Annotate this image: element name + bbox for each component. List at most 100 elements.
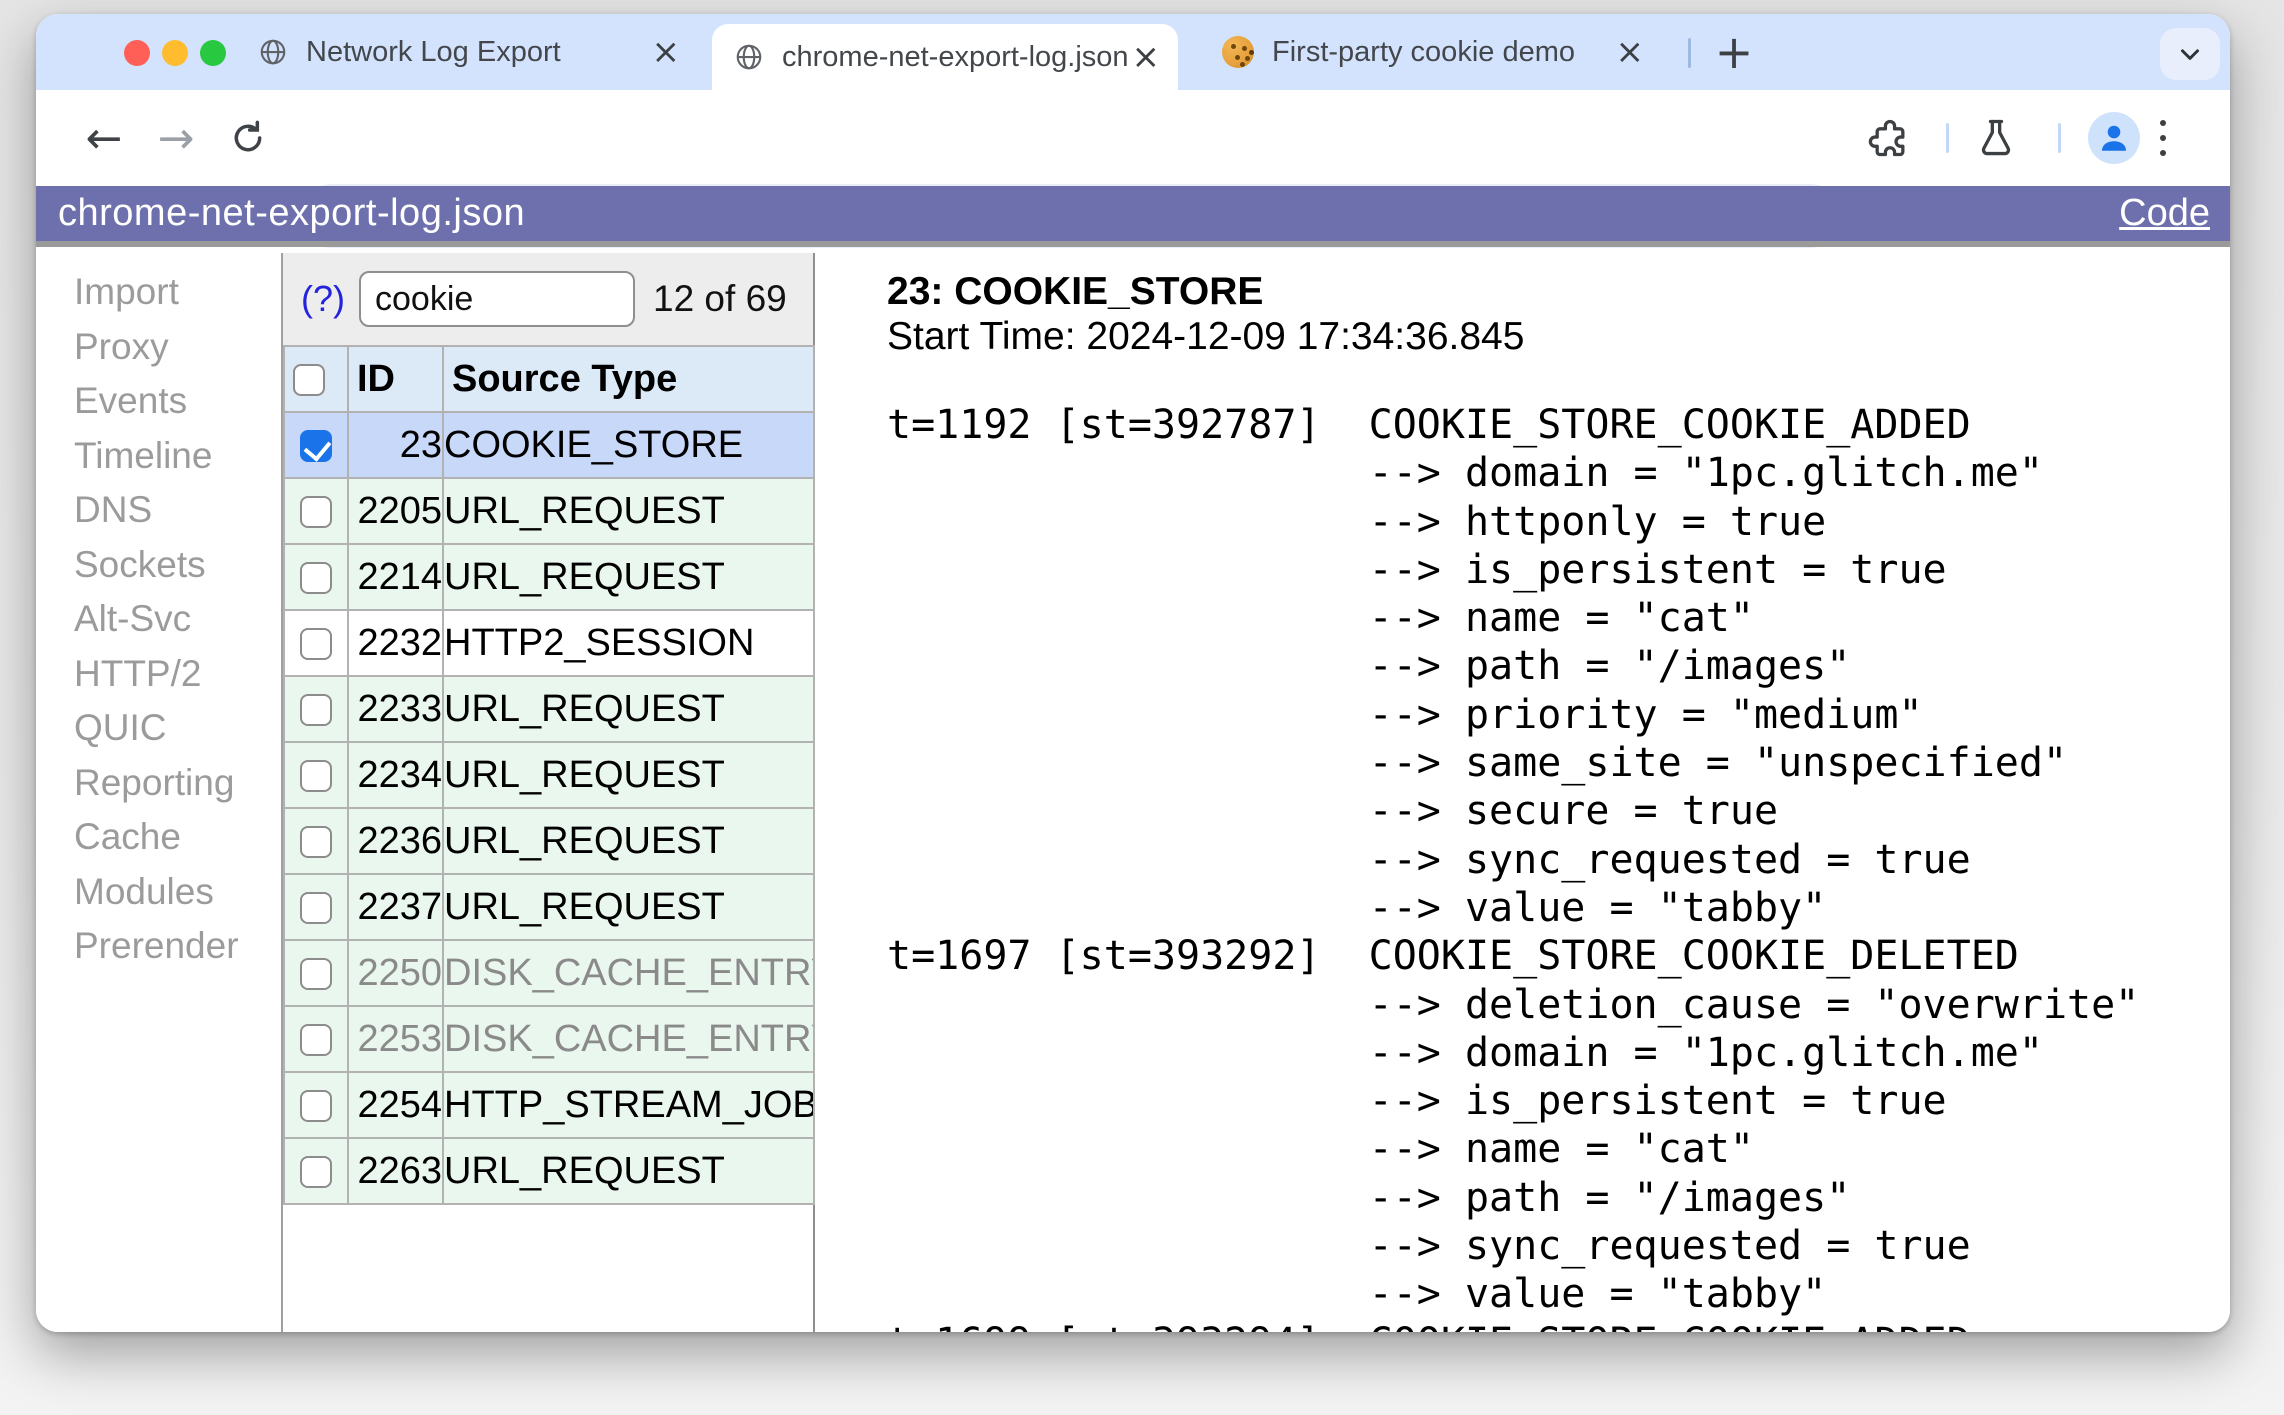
row-id: 2237 bbox=[347, 873, 444, 941]
detail-title: 23: COOKIE_STORE bbox=[887, 270, 1264, 313]
row-source-type: URL_REQUEST bbox=[442, 543, 815, 611]
extensions-button[interactable] bbox=[1868, 90, 1912, 186]
table-row[interactable]: 2214 URL_REQUEST bbox=[283, 543, 815, 611]
table-row[interactable]: 2205 URL_REQUEST bbox=[283, 477, 815, 545]
row-source-type: DISK_CACHE_ENTRY bbox=[442, 939, 815, 1007]
table-row[interactable]: 2232 HTTP2_SESSION bbox=[283, 609, 815, 677]
tab-strip: Network Log Export × chrome-net-export-l… bbox=[36, 14, 2230, 90]
back-button[interactable]: ← bbox=[76, 90, 132, 186]
sidebar-item[interactable]: Timeline bbox=[36, 429, 281, 484]
tab-title: First-party cookie demo bbox=[1272, 35, 1575, 68]
log-line: --> path = "/images" bbox=[887, 1174, 1851, 1221]
log-line: --> value = "tabby" bbox=[887, 884, 1827, 931]
loaded-file-name: chrome-net-export-log.json bbox=[58, 192, 526, 234]
cookie-icon bbox=[1222, 36, 1254, 68]
sidebar-item[interactable]: DNS bbox=[36, 483, 281, 538]
tab-first-party-cookie-demo[interactable]: First-party cookie demo × bbox=[1206, 14, 1658, 90]
sidebar-item[interactable]: Prerender bbox=[36, 919, 281, 974]
sidebar-item[interactable]: Events bbox=[36, 374, 281, 429]
sidebar-item[interactable]: Reporting bbox=[36, 756, 281, 811]
row-id: 2250 bbox=[347, 939, 444, 1007]
person-icon bbox=[2102, 125, 2126, 151]
table-row[interactable]: 2254 HTTP_STREAM_JOB bbox=[283, 1071, 815, 1139]
row-source-type: URL_REQUEST bbox=[442, 741, 815, 809]
window-minimize-button[interactable] bbox=[162, 40, 188, 66]
sidebar-item[interactable]: Cache bbox=[36, 810, 281, 865]
row-checkbox[interactable] bbox=[300, 958, 332, 991]
table-row[interactable]: 23 COOKIE_STORE bbox=[283, 411, 815, 479]
log-line: --> value = "tabby" bbox=[887, 1271, 1827, 1318]
browser-menu-button[interactable] bbox=[2160, 90, 2166, 186]
sidebar-item[interactable]: Sockets bbox=[36, 538, 281, 593]
sidebar-item[interactable]: HTTP/2 bbox=[36, 647, 281, 702]
tab-close-icon[interactable]: × bbox=[1612, 35, 1649, 69]
row-id: 2205 bbox=[347, 477, 444, 545]
row-id: 2253 bbox=[347, 1005, 444, 1073]
experiments-button[interactable] bbox=[1974, 90, 2018, 186]
events-table-header-row: ID Source Type bbox=[283, 345, 815, 413]
row-source-type: URL_REQUEST bbox=[442, 873, 815, 941]
row-id: 2214 bbox=[347, 543, 444, 611]
events-table: ID Source Type 23 COOKIE_STORE 2205 URL_… bbox=[283, 345, 815, 1205]
table-row[interactable]: 2237 URL_REQUEST bbox=[283, 873, 815, 941]
tab-close-icon[interactable]: × bbox=[1128, 40, 1165, 74]
row-source-type: HTTP_STREAM_JOB bbox=[442, 1071, 815, 1139]
forward-button[interactable]: → bbox=[148, 90, 204, 186]
row-checkbox[interactable] bbox=[300, 562, 332, 595]
log-line: t=1699 [st=393294] COOKIE_STORE_COOKIE_A… bbox=[887, 1319, 2230, 1332]
row-checkbox[interactable] bbox=[300, 694, 332, 727]
sidebar-item[interactable]: Alt-Svc bbox=[36, 592, 281, 647]
log-line: --> name = "cat" bbox=[887, 1126, 1754, 1173]
log-line: --> deletion_cause = "overwrite" bbox=[887, 981, 2140, 1028]
filter-result-count: 12 of 69 bbox=[653, 278, 787, 319]
row-checkbox[interactable] bbox=[300, 430, 332, 463]
filter-help-link[interactable]: (?) bbox=[301, 278, 345, 320]
window-close-button[interactable] bbox=[124, 40, 150, 66]
tab-network-log-export[interactable]: Network Log Export × bbox=[242, 14, 698, 90]
toolbar-separator bbox=[1946, 123, 1949, 153]
tab-close-icon[interactable]: × bbox=[648, 35, 685, 69]
profile-avatar[interactable] bbox=[2088, 112, 2140, 164]
tab-title: chrome-net-export-log.json - bbox=[782, 40, 1128, 73]
table-row[interactable]: 2253 DISK_CACHE_ENTRY bbox=[283, 1005, 815, 1073]
new-tab-button[interactable]: + bbox=[1708, 14, 1760, 90]
row-checkbox[interactable] bbox=[300, 1156, 332, 1189]
row-source-type: URL_REQUEST bbox=[442, 1137, 815, 1205]
row-checkbox[interactable] bbox=[300, 1090, 332, 1123]
row-source-type: COOKIE_STORE bbox=[442, 411, 815, 479]
select-all-checkbox[interactable] bbox=[293, 364, 325, 397]
table-row[interactable]: 2250 DISK_CACHE_ENTRY bbox=[283, 939, 815, 1007]
filter-input[interactable] bbox=[359, 271, 635, 327]
puzzle-icon bbox=[1868, 119, 1905, 157]
log-line: --> httponly = true bbox=[887, 498, 1827, 545]
row-checkbox[interactable] bbox=[300, 892, 332, 925]
log-line: t=1192 [st=392787] COOKIE_STORE_COOKIE_A… bbox=[887, 402, 1971, 448]
sidebar-item[interactable]: Proxy bbox=[36, 320, 281, 375]
code-link[interactable]: Code bbox=[2119, 192, 2210, 235]
column-header-id[interactable]: ID bbox=[347, 345, 444, 413]
row-checkbox[interactable] bbox=[300, 1024, 332, 1057]
row-checkbox[interactable] bbox=[300, 496, 332, 529]
tab-title: Network Log Export bbox=[306, 35, 561, 68]
tab-search-button[interactable] bbox=[2160, 28, 2220, 80]
sidebar-item[interactable]: QUIC bbox=[36, 701, 281, 756]
window-zoom-button[interactable] bbox=[200, 40, 226, 66]
row-id: 2234 bbox=[347, 741, 444, 809]
sidebar-item[interactable]: Import bbox=[36, 265, 281, 320]
table-row[interactable]: 2234 URL_REQUEST bbox=[283, 741, 815, 809]
row-checkbox[interactable] bbox=[300, 760, 332, 793]
table-row[interactable]: 2236 URL_REQUEST bbox=[283, 807, 815, 875]
sidebar-item[interactable]: Modules bbox=[36, 865, 281, 920]
event-detail-pane: 23: COOKIE_STORE Start Time: 2024-12-09 … bbox=[817, 253, 2230, 1332]
globe-icon bbox=[736, 44, 762, 70]
table-row[interactable]: 2263 URL_REQUEST bbox=[283, 1137, 815, 1205]
row-id: 23 bbox=[347, 411, 444, 479]
netlog-content: Import Proxy Events Timeline DNS Sockets… bbox=[36, 253, 2230, 1332]
table-row[interactable]: 2233 URL_REQUEST bbox=[283, 675, 815, 743]
row-id: 2263 bbox=[347, 1137, 444, 1205]
column-header-source-type[interactable]: Source Type bbox=[442, 345, 815, 413]
reload-button[interactable] bbox=[220, 90, 276, 186]
row-checkbox[interactable] bbox=[300, 628, 332, 661]
tab-netlog-viewer-active[interactable]: chrome-net-export-log.json - × bbox=[712, 24, 1178, 90]
row-checkbox[interactable] bbox=[300, 826, 332, 859]
